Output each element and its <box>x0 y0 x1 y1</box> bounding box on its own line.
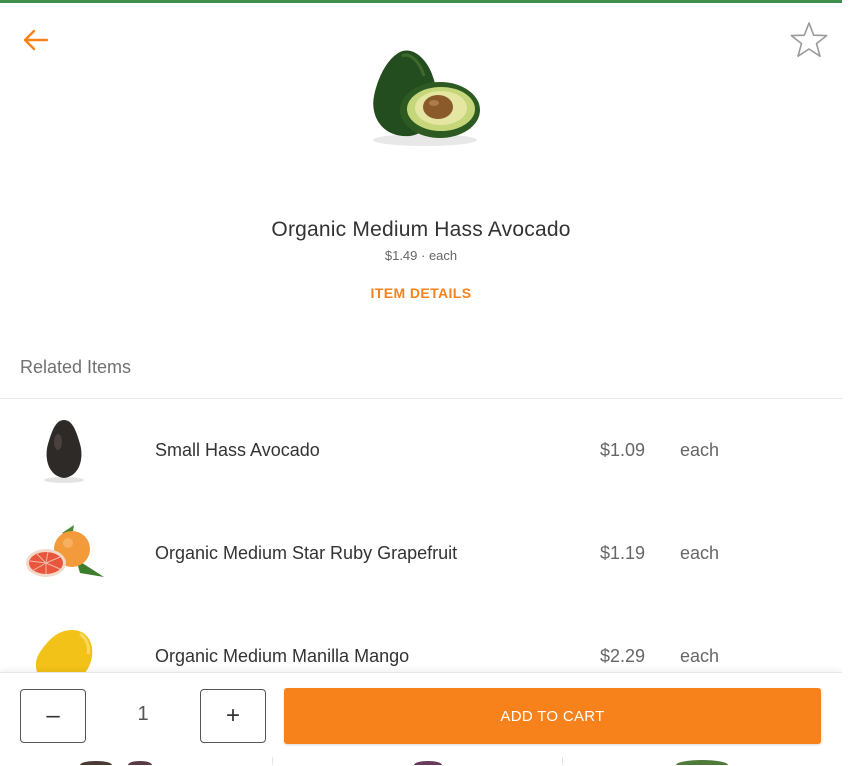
back-button[interactable] <box>18 24 54 56</box>
minus-icon: – <box>46 702 60 729</box>
add-to-cart-button[interactable]: ADD TO CART <box>284 688 821 744</box>
favorite-button[interactable] <box>786 18 832 62</box>
page-edge <box>842 0 864 765</box>
plus-icon: + <box>225 702 240 729</box>
divider <box>0 398 842 399</box>
top-status-strip <box>0 0 864 3</box>
related-item-name: Organic Medium Star Ruby Grapefruit <box>155 543 458 563</box>
item-details-link[interactable]: ITEM DETAILS <box>0 285 842 301</box>
quantity-value: 1 <box>137 703 149 725</box>
grapefruit-image <box>26 525 104 577</box>
small-avocado-image <box>44 420 84 483</box>
related-item-name: Organic Medium Manilla Mango <box>155 646 410 666</box>
related-item-price: $1.19 <box>600 543 646 563</box>
product-title: Organic Medium Hass Avocado <box>271 218 571 241</box>
related-item-price: $1.09 <box>600 440 646 460</box>
related-item-star-ruby-grapefruit[interactable]: Organic Medium Star Ruby Grapefruit $1.1… <box>0 503 842 603</box>
related-items-heading: Related Items <box>20 357 132 377</box>
decrease-quantity-button[interactable]: – <box>20 689 86 743</box>
related-item-price: $2.29 <box>600 646 646 666</box>
related-item-unit: each <box>680 440 720 460</box>
star-outline-icon <box>790 22 828 57</box>
related-item-name: Small Hass Avocado <box>155 440 320 460</box>
next-row-peek <box>0 757 842 765</box>
related-item-unit: each <box>680 646 720 666</box>
product-price: $1.49 · each <box>384 248 458 263</box>
related-item-small-hass-avocado[interactable]: Small Hass Avocado $1.09 each <box>0 400 842 500</box>
arrow-left-icon <box>23 29 49 51</box>
increase-quantity-button[interactable]: + <box>200 689 266 743</box>
product-image <box>373 50 480 146</box>
related-item-unit: each <box>680 543 720 563</box>
